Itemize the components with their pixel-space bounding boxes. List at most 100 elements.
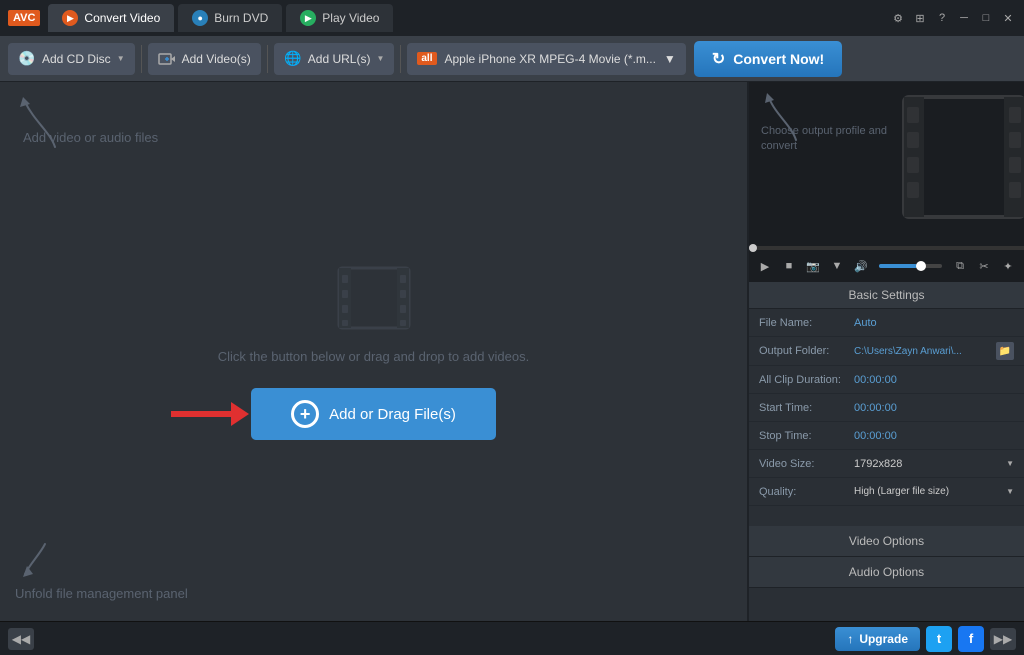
play-tab-icon: ▶ bbox=[300, 10, 316, 26]
volume-knob bbox=[916, 261, 926, 271]
quality-row: Quality: High (Larger file size) ▼ bbox=[749, 478, 1024, 506]
tab-play-video[interactable]: ▶ Play Video bbox=[286, 4, 393, 32]
convert-tab-label: Convert Video bbox=[84, 11, 160, 25]
copy-button[interactable]: ⧉ bbox=[950, 256, 970, 276]
add-cd-disc-label: Add CD Disc bbox=[42, 52, 111, 66]
upgrade-button[interactable]: ↑ Upgrade bbox=[835, 627, 920, 651]
title-bar: AVC ▶ Convert Video ● Burn DVD ▶ Play Vi… bbox=[0, 0, 1024, 36]
toolbar: 💿 Add CD Disc ▼ Add Video(s) 🌐 Add URL(s… bbox=[0, 36, 1024, 82]
hint-top-left-text: Add video or audio files bbox=[23, 130, 158, 145]
start-time-value: 00:00:00 bbox=[854, 402, 1014, 414]
left-panel: Add video or audio files Unfold file man… bbox=[0, 82, 749, 621]
add-url-icon: 🌐 bbox=[284, 50, 302, 68]
main-area: Add video or audio files Unfold file man… bbox=[0, 82, 1024, 621]
all-clip-duration-row: All Clip Duration: 00:00:00 bbox=[749, 366, 1024, 394]
play-button[interactable]: ▶ bbox=[755, 256, 775, 276]
screenshot-button[interactable]: 📷 bbox=[803, 256, 823, 276]
red-arrow-head bbox=[231, 402, 249, 426]
all-clip-duration-value: 00:00:00 bbox=[854, 374, 1014, 386]
close-button[interactable]: ✕ bbox=[1000, 10, 1016, 26]
convert-refresh-icon: ↻ bbox=[712, 49, 725, 69]
output-profile-selector[interactable]: all Apple iPhone XR MPEG-4 Movie (*.m...… bbox=[407, 43, 685, 75]
output-folder-label: Output Folder: bbox=[759, 345, 854, 357]
maximize-button[interactable]: □ bbox=[978, 10, 994, 26]
help-icon[interactable]: ? bbox=[934, 10, 950, 26]
preview-controls: ▶ ■ 📷 ▼ 🔊 ⧉ ✂ ✦ bbox=[749, 250, 1024, 282]
start-time-row: Start Time: 00:00:00 bbox=[749, 394, 1024, 422]
minimize-button[interactable]: ─ bbox=[956, 10, 972, 26]
toolbar-separator-3 bbox=[400, 45, 401, 73]
settings-icon[interactable]: ⚙ bbox=[890, 10, 906, 26]
volume-fill bbox=[879, 264, 917, 268]
burn-tab-icon: ● bbox=[192, 10, 208, 26]
basic-settings-title: Basic Settings bbox=[749, 282, 1024, 309]
audio-options-button[interactable]: Audio Options bbox=[749, 557, 1024, 588]
quality-dropdown[interactable]: High (Larger file size) ▼ bbox=[854, 486, 1014, 497]
file-name-value: Auto bbox=[854, 317, 1014, 329]
burn-tab-label: Burn DVD bbox=[214, 11, 268, 25]
video-size-dropdown[interactable]: 1792x828 ▼ bbox=[854, 458, 1014, 470]
convert-now-label: Convert Now! bbox=[733, 51, 824, 67]
volume-icon[interactable]: 🔊 bbox=[851, 256, 871, 276]
settings-panel: Basic Settings File Name: Auto Output Fo… bbox=[749, 282, 1024, 621]
add-url-label: Add URL(s) bbox=[308, 52, 371, 66]
center-hint-text: Click the button below or drag and drop … bbox=[218, 349, 529, 364]
preview-area: Choose output profile and convert ▶ ■ 📷 … bbox=[749, 82, 1024, 282]
toolbar-separator-2 bbox=[267, 45, 268, 73]
preview-video: Choose output profile and convert bbox=[749, 82, 1024, 246]
add-videos-label: Add Video(s) bbox=[182, 52, 251, 66]
add-url-button[interactable]: 🌐 Add URL(s) ▼ bbox=[274, 43, 395, 75]
stop-time-label: Stop Time: bbox=[759, 430, 854, 442]
stop-time-row: Stop Time: 00:00:00 bbox=[749, 422, 1024, 450]
video-size-value: 1792x828 bbox=[854, 458, 902, 470]
film-strip-icon bbox=[334, 263, 414, 333]
all-clip-duration-label: All Clip Duration: bbox=[759, 374, 854, 386]
nav-left-button[interactable]: ◀◀ bbox=[8, 628, 34, 650]
video-options-button[interactable]: Video Options bbox=[749, 526, 1024, 557]
effects-button[interactable]: ✦ bbox=[998, 256, 1018, 276]
add-drag-label: Add or Drag File(s) bbox=[329, 406, 456, 423]
quality-arrow: ▼ bbox=[1006, 487, 1014, 496]
add-drag-files-button[interactable]: + Add or Drag File(s) bbox=[251, 388, 496, 440]
hint-right-text: Choose output profile and convert bbox=[761, 124, 921, 155]
upgrade-arrow-icon: ↑ bbox=[847, 632, 853, 646]
profile-dropdown-arrow: ▼ bbox=[664, 52, 676, 66]
right-panel: Choose output profile and convert ▶ ■ 📷 … bbox=[749, 82, 1024, 621]
nav-right-button[interactable]: ▶▶ bbox=[990, 628, 1016, 650]
browse-folder-button[interactable]: 📁 bbox=[996, 342, 1014, 360]
toolbar-separator-1 bbox=[141, 45, 142, 73]
convert-now-button[interactable]: ↻ Convert Now! bbox=[694, 41, 842, 77]
preview-progress-bar[interactable] bbox=[749, 246, 1024, 250]
convert-tab-icon: ▶ bbox=[62, 10, 78, 26]
twitter-button[interactable]: t bbox=[926, 626, 952, 652]
all-badge: all bbox=[417, 52, 436, 65]
plus-circle-icon: + bbox=[291, 400, 319, 428]
output-folder-row: Output Folder: C:\Users\Zayn Anwari\... … bbox=[749, 337, 1024, 366]
stop-button[interactable]: ■ bbox=[779, 256, 799, 276]
monitor-icon[interactable]: ⊞ bbox=[912, 10, 928, 26]
facebook-button[interactable]: f bbox=[958, 626, 984, 652]
facebook-icon: f bbox=[969, 631, 973, 646]
file-name-row: File Name: Auto bbox=[749, 309, 1024, 337]
video-size-row: Video Size: 1792x828 ▼ bbox=[749, 450, 1024, 478]
tab-convert-video[interactable]: ▶ Convert Video bbox=[48, 4, 174, 32]
video-size-arrow: ▼ bbox=[1006, 459, 1014, 468]
add-cd-disc-dropdown-arrow[interactable]: ▼ bbox=[117, 54, 125, 63]
tab-burn-dvd[interactable]: ● Burn DVD bbox=[178, 4, 282, 32]
start-time-label: Start Time: bbox=[759, 402, 854, 414]
add-videos-icon bbox=[158, 50, 176, 68]
add-url-dropdown-arrow[interactable]: ▼ bbox=[376, 54, 384, 63]
add-cd-disc-button[interactable]: 💿 Add CD Disc ▼ bbox=[8, 43, 135, 75]
file-name-label: File Name: bbox=[759, 317, 854, 329]
app-logo: AVC bbox=[8, 10, 40, 26]
cut-button[interactable]: ✂ bbox=[974, 256, 994, 276]
play-tab-label: Play Video bbox=[322, 11, 379, 25]
volume-slider[interactable] bbox=[879, 264, 942, 268]
twitter-icon: t bbox=[937, 631, 941, 646]
profile-label: Apple iPhone XR MPEG-4 Movie (*.m... bbox=[445, 52, 656, 66]
window-controls: ⚙ ⊞ ? ─ □ ✕ bbox=[890, 10, 1016, 26]
hint-bottom-left-text: Unfold file management panel bbox=[15, 586, 188, 601]
video-size-label: Video Size: bbox=[759, 458, 854, 470]
add-videos-button[interactable]: Add Video(s) bbox=[148, 43, 261, 75]
volume-dropdown-icon[interactable]: ▼ bbox=[827, 256, 847, 276]
